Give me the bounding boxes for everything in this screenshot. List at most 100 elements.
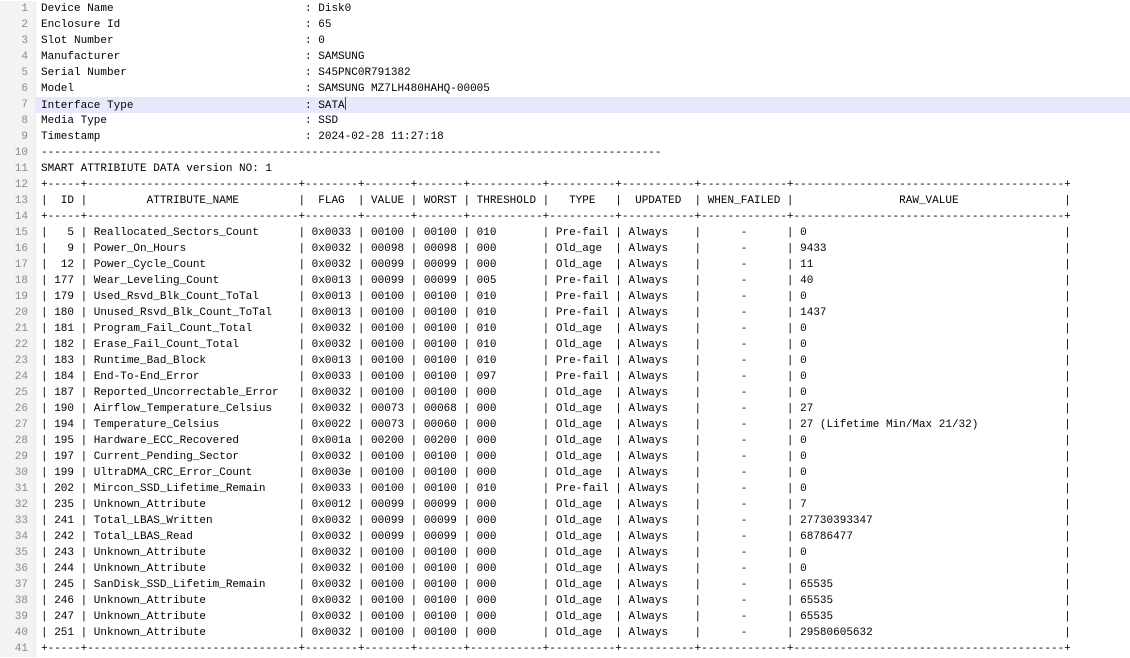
line-text-content: | 9 | Power_On_Hours | 0x0032 | 00098 | … — [41, 243, 1071, 255]
line-number[interactable]: 24 — [0, 369, 36, 385]
line-text[interactable]: | 9 | Power_On_Hours | 0x0032 | 00098 | … — [36, 241, 1130, 257]
line-text-content: | 190 | Airflow_Temperature_Celsius | 0x… — [41, 403, 1071, 415]
line-text[interactable]: | 179 | Used_Rsvd_Blk_Count_ToTal | 0x00… — [36, 289, 1130, 305]
line-text[interactable]: | 181 | Program_Fail_Count_Total | 0x003… — [36, 321, 1130, 337]
line-number[interactable]: 33 — [0, 513, 36, 529]
line-number[interactable]: 23 — [0, 353, 36, 369]
line-text[interactable]: | 245 | SanDisk_SSD_Lifetim_Remain | 0x0… — [36, 577, 1130, 593]
line-number[interactable]: 12 — [0, 177, 36, 193]
editor-line: 37| 245 | SanDisk_SSD_Lifetim_Remain | 0… — [0, 577, 1130, 593]
line-number[interactable]: 29 — [0, 449, 36, 465]
line-text[interactable]: | 241 | Total_LBAS_Written | 0x0032 | 00… — [36, 513, 1130, 529]
line-number[interactable]: 30 — [0, 465, 36, 481]
editor-line: 21 | 181 | Program_Fail_Count_Total | 0x0… — [0, 321, 1130, 337]
line-text[interactable]: | 195 | Hardware_ECC_Recovered | 0x001a … — [36, 433, 1130, 449]
line-text[interactable]: Model : SAMSUNG MZ7LH480HAHQ-00005 — [36, 81, 1130, 97]
current-line-highlight[interactable]: Interface Type : SATA — [36, 97, 1130, 113]
editor-line: 22| 182 | Erase_Fail_Count_Total | 0x003… — [0, 337, 1130, 353]
editor-line: 15| 5 | Reallocated_Sectors_Count | 0x00… — [0, 225, 1130, 241]
line-number[interactable]: 18 — [0, 273, 36, 289]
line-text[interactable]: | 235 | Unknown_Attribute | 0x0012 | 000… — [36, 497, 1130, 513]
line-text[interactable]: | ID | ATTRIBUTE_NAME | FLAG | VALUE | W… — [36, 193, 1130, 209]
line-number[interactable]: 4 — [0, 49, 36, 65]
line-number[interactable]: 32 — [0, 497, 36, 513]
line-number[interactable]: 2 — [0, 17, 36, 33]
line-number[interactable]: 7 — [0, 97, 36, 113]
text-editor[interactable]: 1Device Name : Disk02Enclosure Id : 653S… — [0, 0, 1130, 658]
line-text[interactable]: Manufacturer : SAMSUNG — [36, 49, 1130, 65]
line-text-content: | 177 | Wear_Leveling_Count | 0x0013 | 0… — [41, 275, 1071, 287]
line-text[interactable]: | 183 | Runtime_Bad_Block | 0x0013 | 001… — [36, 353, 1130, 369]
line-number[interactable]: 6 — [0, 81, 36, 97]
line-text[interactable]: ----------------------------------------… — [36, 145, 1130, 161]
line-number[interactable]: 39 — [0, 609, 36, 625]
line-text[interactable]: | 5 | Reallocated_Sectors_Count | 0x0033… — [36, 225, 1130, 241]
editor-line: 23| 183 | Runtime_Bad_Block | 0x0013 | 0… — [0, 353, 1130, 369]
editor-line: 35| 243 | Unknown_Attribute | 0x0032 | 0… — [0, 545, 1130, 561]
editor-line: 25| 187 | Reported_Uncorrectable_Error |… — [0, 385, 1130, 401]
line-text[interactable]: | 244 | Unknown_Attribute | 0x0032 | 001… — [36, 561, 1130, 577]
line-number[interactable]: 37 — [0, 577, 36, 593]
line-text[interactable]: | 247 | Unknown_Attribute | 0x0032 | 001… — [36, 609, 1130, 625]
line-number[interactable]: 13 — [0, 193, 36, 209]
line-text[interactable]: | 182 | Erase_Fail_Count_Total | 0x0032 … — [36, 337, 1130, 353]
editor-line: 36| 244 | Unknown_Attribute | 0x0032 | 0… — [0, 561, 1130, 577]
line-number[interactable]: 41 — [0, 641, 36, 657]
line-text[interactable]: | 187 | Reported_Uncorrectable_Error | 0… — [36, 385, 1130, 401]
line-text-content: | 194 | Temperature_Celsius | 0x0022 | 0… — [41, 419, 1071, 431]
line-number[interactable]: 11 — [0, 161, 36, 177]
line-number[interactable]: 36 — [0, 561, 36, 577]
line-number[interactable]: 31 — [0, 481, 36, 497]
line-text[interactable]: | 180 | Unused_Rsvd_Blk_Count_ToTal | 0x… — [36, 305, 1130, 321]
line-number[interactable]: 22 — [0, 337, 36, 353]
line-text[interactable]: | 197 | Current_Pending_Sector | 0x0032 … — [36, 449, 1130, 465]
line-text[interactable]: | 246 | Unknown_Attribute | 0x0032 | 001… — [36, 593, 1130, 609]
line-text[interactable]: | 242 | Total_LBAS_Read | 0x0032 | 00099… — [36, 529, 1130, 545]
line-number[interactable]: 15 — [0, 225, 36, 241]
editor-line: 9Timestamp : 2024-02-28 11:27:18 — [0, 129, 1130, 145]
editor-line: 16 | 9 | Power_On_Hours | 0x0032 | 00098 … — [0, 241, 1130, 257]
line-number[interactable]: 19 — [0, 289, 36, 305]
line-text[interactable]: SMART ATTRIBIUTE DATA version NO: 1 — [36, 161, 1130, 177]
line-text-content: | 235 | Unknown_Attribute | 0x0012 | 000… — [41, 499, 1071, 511]
line-text[interactable]: +-----+--------------------------------+… — [36, 209, 1130, 225]
line-number[interactable]: 40 — [0, 625, 36, 641]
line-text[interactable]: Timestamp : 2024-02-28 11:27:18 — [36, 129, 1130, 145]
line-text[interactable]: | 190 | Airflow_Temperature_Celsius | 0x… — [36, 401, 1130, 417]
line-number[interactable]: 21 — [0, 321, 36, 337]
line-text[interactable]: | 199 | UltraDMA_CRC_Error_Count | 0x003… — [36, 465, 1130, 481]
line-number[interactable]: 3 — [0, 33, 36, 49]
line-text[interactable]: | 251 | Unknown_Attribute | 0x0032 | 001… — [36, 625, 1130, 641]
line-number[interactable]: 20 — [0, 305, 36, 321]
line-text[interactable]: Slot Number : 0 — [36, 33, 1130, 49]
line-text[interactable]: | 202 | Mircon_SSD_Lifetime_Remain | 0x0… — [36, 481, 1130, 497]
line-number[interactable]: 38 — [0, 593, 36, 609]
line-text[interactable]: Serial Number : S45PNC0R791382 — [36, 65, 1130, 81]
line-text[interactable]: +-----+--------------------------------+… — [36, 641, 1130, 657]
line-number[interactable]: 25 — [0, 385, 36, 401]
line-number[interactable]: 8 — [0, 113, 36, 129]
line-number[interactable]: 16 — [0, 241, 36, 257]
line-number[interactable]: 1 — [0, 1, 36, 17]
line-number[interactable]: 17 — [0, 257, 36, 273]
line-number[interactable]: 14 — [0, 209, 36, 225]
line-text[interactable]: | 12 | Power_Cycle_Count | 0x0032 | 0009… — [36, 257, 1130, 273]
line-text[interactable]: Device Name : Disk0 — [36, 1, 1130, 17]
line-text[interactable]: +-----+--------------------------------+… — [36, 177, 1130, 193]
line-text[interactable]: | 243 | Unknown_Attribute | 0x0032 | 001… — [36, 545, 1130, 561]
line-text[interactable]: | 184 | End-To-End_Error | 0x0033 | 0010… — [36, 369, 1130, 385]
line-number[interactable]: 26 — [0, 401, 36, 417]
line-number[interactable]: 28 — [0, 433, 36, 449]
line-text-content: | 181 | Program_Fail_Count_Total | 0x003… — [41, 323, 1071, 335]
line-text-content: Model : SAMSUNG MZ7LH480HAHQ-00005 — [41, 83, 490, 95]
line-number[interactable]: 9 — [0, 129, 36, 145]
line-text[interactable]: Media Type : SSD — [36, 113, 1130, 129]
line-number[interactable]: 27 — [0, 417, 36, 433]
line-text[interactable]: | 194 | Temperature_Celsius | 0x0022 | 0… — [36, 417, 1130, 433]
line-text[interactable]: | 177 | Wear_Leveling_Count | 0x0013 | 0… — [36, 273, 1130, 289]
line-number[interactable]: 5 — [0, 65, 36, 81]
line-text[interactable]: Enclosure Id : 65 — [36, 17, 1130, 33]
line-number[interactable]: 10 — [0, 145, 36, 161]
line-number[interactable]: 34 — [0, 529, 36, 545]
line-number[interactable]: 35 — [0, 545, 36, 561]
